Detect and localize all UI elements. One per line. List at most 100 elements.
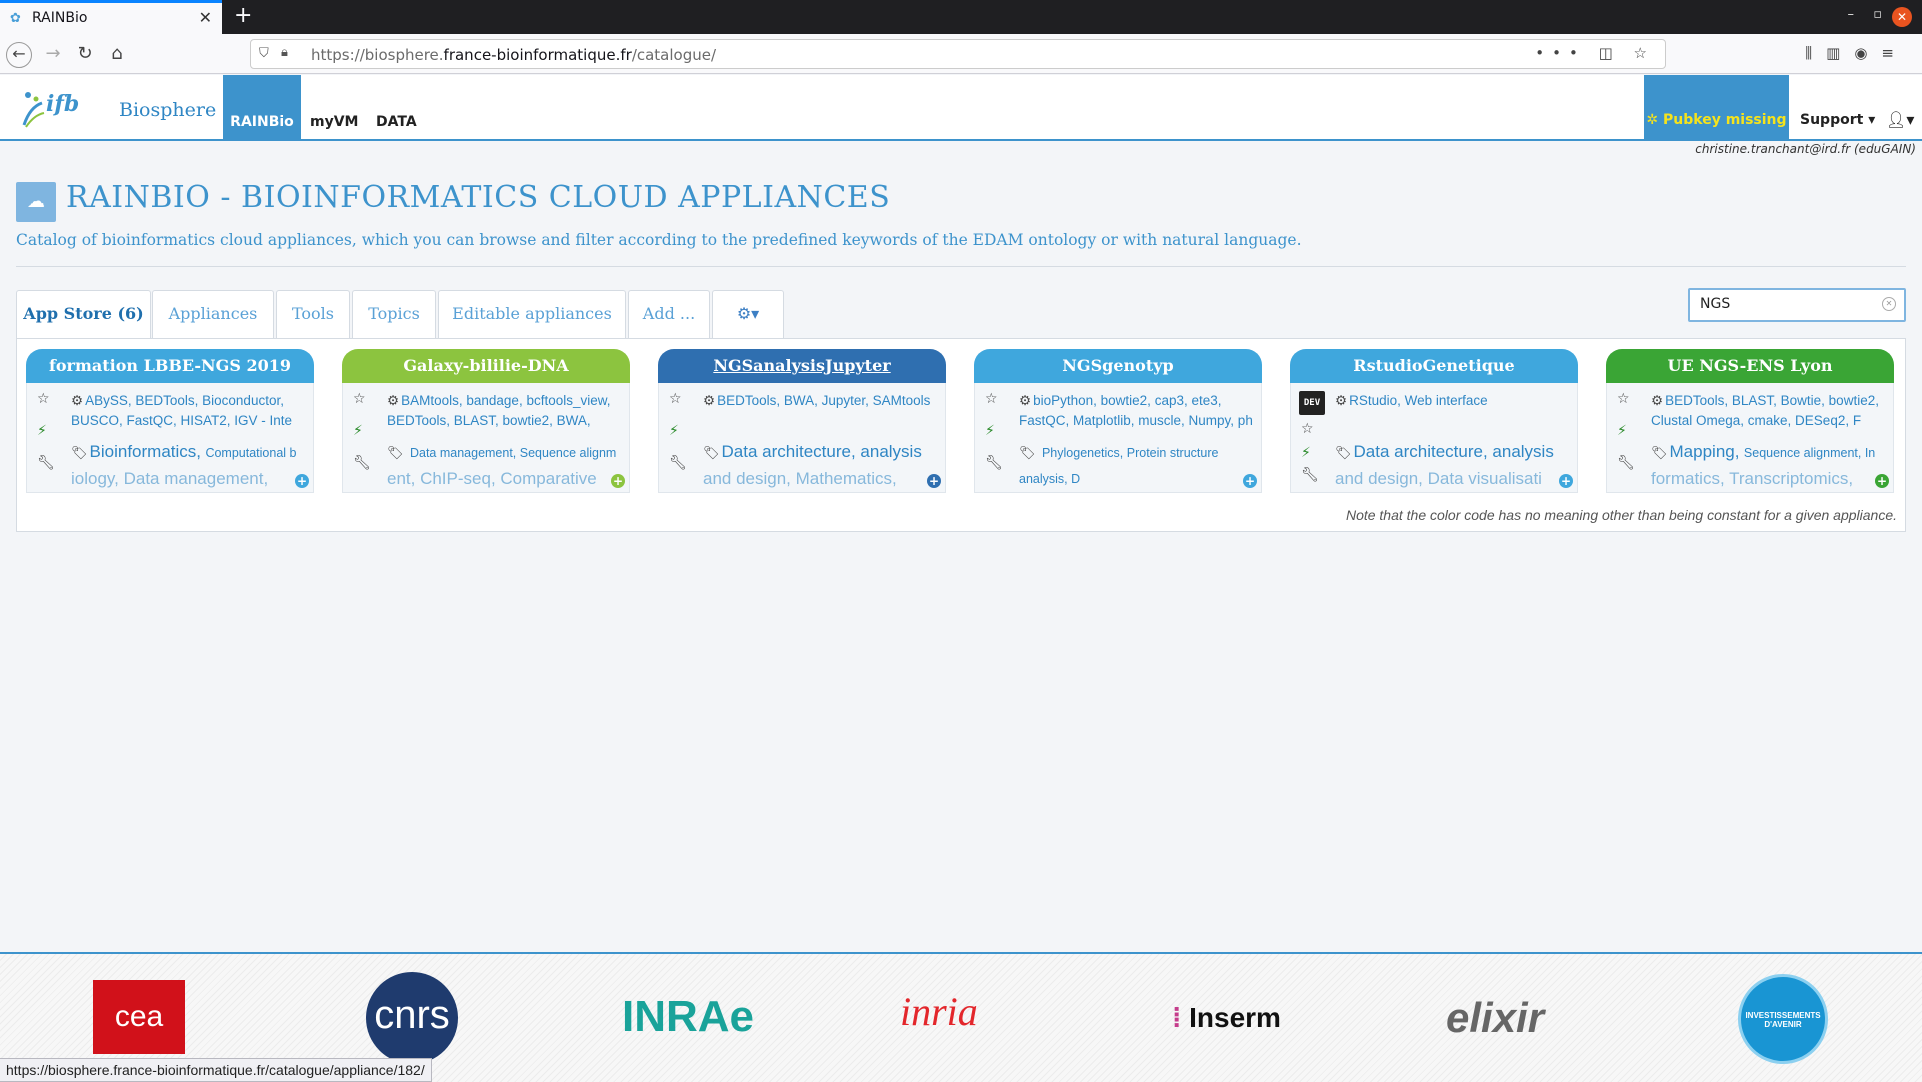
topic-main[interactable]: Mapping, xyxy=(1670,442,1740,461)
topic-main[interactable]: Bioinformatics, xyxy=(90,442,201,461)
menu-icon[interactable]: ≡ xyxy=(1881,44,1908,62)
appliance-card[interactable]: formation LBBE-NGS 2019 ☆ ⚡︎ 🔧︎ ⚙ ABySS, … xyxy=(26,349,314,493)
lock-icon[interactable]: 🔒︎ xyxy=(281,45,288,60)
topic-secondary[interactable]: Sequence alignment, In xyxy=(1744,446,1875,460)
expand-plus-icon[interactable]: + xyxy=(611,474,625,488)
tools-list[interactable]: BEDTools, BLAST, Bowtie, bowtie2, Clusta… xyxy=(1651,393,1879,428)
back-icon[interactable]: ← xyxy=(6,42,32,68)
brand-name[interactable]: Biosphere xyxy=(119,99,216,121)
browser-tab[interactable]: ✿ RAINBio ✕ xyxy=(0,0,222,34)
appliance-card-title[interactable]: formation LBBE-NGS 2019 xyxy=(26,349,314,383)
support-menu[interactable]: Support ▾ xyxy=(1800,112,1875,128)
appliance-card-title[interactable]: UE NGS-ENS Lyon xyxy=(1606,349,1894,383)
more-icon[interactable]: ••• xyxy=(1535,44,1586,62)
inrae-logo[interactable]: INRAe xyxy=(622,992,754,1042)
launch-bolt-icon[interactable]: ⚡︎ xyxy=(353,423,363,439)
topic-secondary[interactable]: Phylogenetics, Protein structure analysi… xyxy=(1019,446,1218,486)
url-text[interactable]: https://biosphere.france-bioinformatique… xyxy=(311,46,716,64)
tag-icon: 🏷︎ xyxy=(703,445,720,460)
account-icon[interactable]: ◉ xyxy=(1854,44,1881,62)
tab-settings[interactable]: ⚙▾ xyxy=(712,290,784,338)
nav-rainbio[interactable]: RAINBio xyxy=(223,75,301,141)
wrench-icon[interactable]: 🔧︎ xyxy=(353,455,371,471)
cnrs-logo[interactable]: cnrs xyxy=(366,972,458,1064)
appliance-card-title[interactable]: Galaxy-bililie-DNA xyxy=(342,349,630,383)
favorite-star-icon[interactable]: ☆ xyxy=(37,391,50,407)
tools-list[interactable]: BAMtools, bandage, bcftools_view, BEDToo… xyxy=(387,393,611,428)
cea-logo[interactable]: cea xyxy=(93,980,185,1054)
new-tab-icon[interactable]: + xyxy=(234,3,252,28)
wrench-icon[interactable]: 🔧︎ xyxy=(1301,467,1319,483)
minimize-icon[interactable]: – xyxy=(1848,7,1855,22)
appliance-topics: 🏷︎ Phylogenetics, Protein structure anal… xyxy=(1019,439,1257,489)
sidebar-icon[interactable]: ▥ xyxy=(1826,44,1854,62)
home-icon[interactable]: ⌂ xyxy=(104,42,130,68)
bookmark-star-icon[interactable]: ☆ xyxy=(1634,44,1655,62)
elixir-logo[interactable]: elixir xyxy=(1446,994,1544,1042)
tab-appliances[interactable]: Appliances xyxy=(152,290,274,338)
favorite-star-icon[interactable]: ☆ xyxy=(353,391,366,407)
launch-bolt-icon[interactable]: ⚡︎ xyxy=(985,423,995,439)
nav-data[interactable]: DATA xyxy=(376,75,417,141)
expand-plus-icon[interactable]: + xyxy=(1875,474,1889,488)
favorite-star-icon[interactable]: ☆ xyxy=(1617,391,1630,407)
appliance-card-title[interactable]: NGSanalysisJupyter xyxy=(658,349,946,383)
appliance-card-title[interactable]: NGSgenotyp xyxy=(974,349,1262,383)
reload-icon[interactable]: ↻ xyxy=(72,42,98,68)
window-close-icon[interactable]: ✕ xyxy=(1892,7,1912,27)
wrench-icon[interactable]: 🔧︎ xyxy=(669,455,687,471)
gear-icon: ⚙▾ xyxy=(736,304,760,323)
tag-icon: 🏷︎ xyxy=(1335,445,1352,460)
tab-add[interactable]: Add ... xyxy=(628,290,710,338)
user-menu-icon[interactable]: 👤︎▾ xyxy=(1886,110,1914,129)
close-tab-icon[interactable]: ✕ xyxy=(199,8,212,27)
nav-myvm[interactable]: myVM xyxy=(310,75,358,141)
tools-list[interactable]: BEDTools, BWA, Jupyter, SAMtools xyxy=(717,393,930,408)
appliance-card[interactable]: RstudioGenetique DEV ☆ ⚡︎ 🔧︎ ⚙ RStudio, W… xyxy=(1290,349,1578,493)
clear-search-icon[interactable]: ✕ xyxy=(1882,297,1896,311)
topic-main[interactable]: Data architecture, analysis xyxy=(722,442,922,461)
search-input[interactable]: NGS ✕ xyxy=(1688,288,1906,322)
appliance-card[interactable]: UE NGS-ENS Lyon ☆ ⚡︎ 🔧︎ ⚙ BEDTools, BLAST… xyxy=(1606,349,1894,493)
wrench-icon[interactable]: 🔧︎ xyxy=(1617,455,1635,471)
tools-list[interactable]: RStudio, Web interface xyxy=(1349,393,1488,408)
topic-secondary[interactable]: Computational b xyxy=(205,446,296,460)
wrench-icon[interactable]: 🔧︎ xyxy=(37,455,55,471)
appliance-card[interactable]: Galaxy-bililie-DNA ☆ ⚡︎ 🔧︎ ⚙ BAMtools, ba… xyxy=(342,349,630,493)
tools-list[interactable]: ABySS, BEDTools, Bioconductor, BUSCO, Fa… xyxy=(71,393,292,428)
launch-bolt-icon[interactable]: ⚡︎ xyxy=(1301,445,1311,461)
investissements-avenir-logo[interactable]: INVESTISSEMENTS D'AVENIR xyxy=(1738,974,1828,1064)
ifb-logo[interactable]: ifb xyxy=(18,85,100,133)
tab-app-store[interactable]: App Store (6) xyxy=(16,290,151,339)
app-store-content: formation LBBE-NGS 2019 ☆ ⚡︎ 🔧︎ ⚙ ABySS, … xyxy=(16,338,1906,532)
appliance-card-title[interactable]: RstudioGenetique xyxy=(1290,349,1578,383)
pocket-icon[interactable]: ◫ xyxy=(1599,44,1621,62)
appliance-card[interactable]: NGSanalysisJupyter ☆ ⚡︎ 🔧︎ ⚙ BEDTools, BW… xyxy=(658,349,946,493)
inserm-logo[interactable]: ⁞ Inserm xyxy=(1172,1002,1281,1034)
library-icon[interactable]: ⫼ xyxy=(1805,44,1826,62)
launch-bolt-icon[interactable]: ⚡︎ xyxy=(37,423,47,439)
pubkey-missing-button[interactable]: ✲ Pubkey missing xyxy=(1644,75,1789,141)
expand-plus-icon[interactable]: + xyxy=(295,474,309,488)
tab-tools[interactable]: Tools xyxy=(276,290,350,338)
tab-editable-appliances[interactable]: Editable appliances xyxy=(438,290,626,338)
launch-bolt-icon[interactable]: ⚡︎ xyxy=(669,423,679,439)
favorite-star-icon[interactable]: ☆ xyxy=(669,391,682,407)
expand-plus-icon[interactable]: + xyxy=(927,474,941,488)
forward-icon[interactable]: → xyxy=(40,42,66,68)
restore-icon[interactable]: ▫ xyxy=(1873,7,1882,22)
favorite-star-icon[interactable]: ☆ xyxy=(985,391,998,407)
tools-list[interactable]: bioPython, bowtie2, cap3, ete3, FastQC, … xyxy=(1019,393,1253,428)
topic-main[interactable]: Data architecture, analysis xyxy=(1354,442,1554,461)
inria-logo[interactable]: inria xyxy=(900,988,978,1035)
wrench-icon[interactable]: 🔧︎ xyxy=(985,455,1003,471)
launch-bolt-icon[interactable]: ⚡︎ xyxy=(1617,423,1627,439)
tracking-shield-icon[interactable]: ⛉ xyxy=(259,46,269,61)
url-bar[interactable]: ⛉ 🔒︎ https://biosphere.france-bioinforma… xyxy=(250,39,1666,69)
expand-plus-icon[interactable]: + xyxy=(1559,474,1573,488)
tab-topics[interactable]: Topics xyxy=(352,290,436,338)
favorite-star-icon[interactable]: ☆ xyxy=(1301,421,1314,437)
topic-secondary[interactable]: Data management, Sequence alignm xyxy=(410,446,616,460)
expand-plus-icon[interactable]: + xyxy=(1243,474,1257,488)
appliance-card[interactable]: NGSgenotyp ☆ ⚡︎ 🔧︎ ⚙ bioPython, bowtie2, … xyxy=(974,349,1262,493)
